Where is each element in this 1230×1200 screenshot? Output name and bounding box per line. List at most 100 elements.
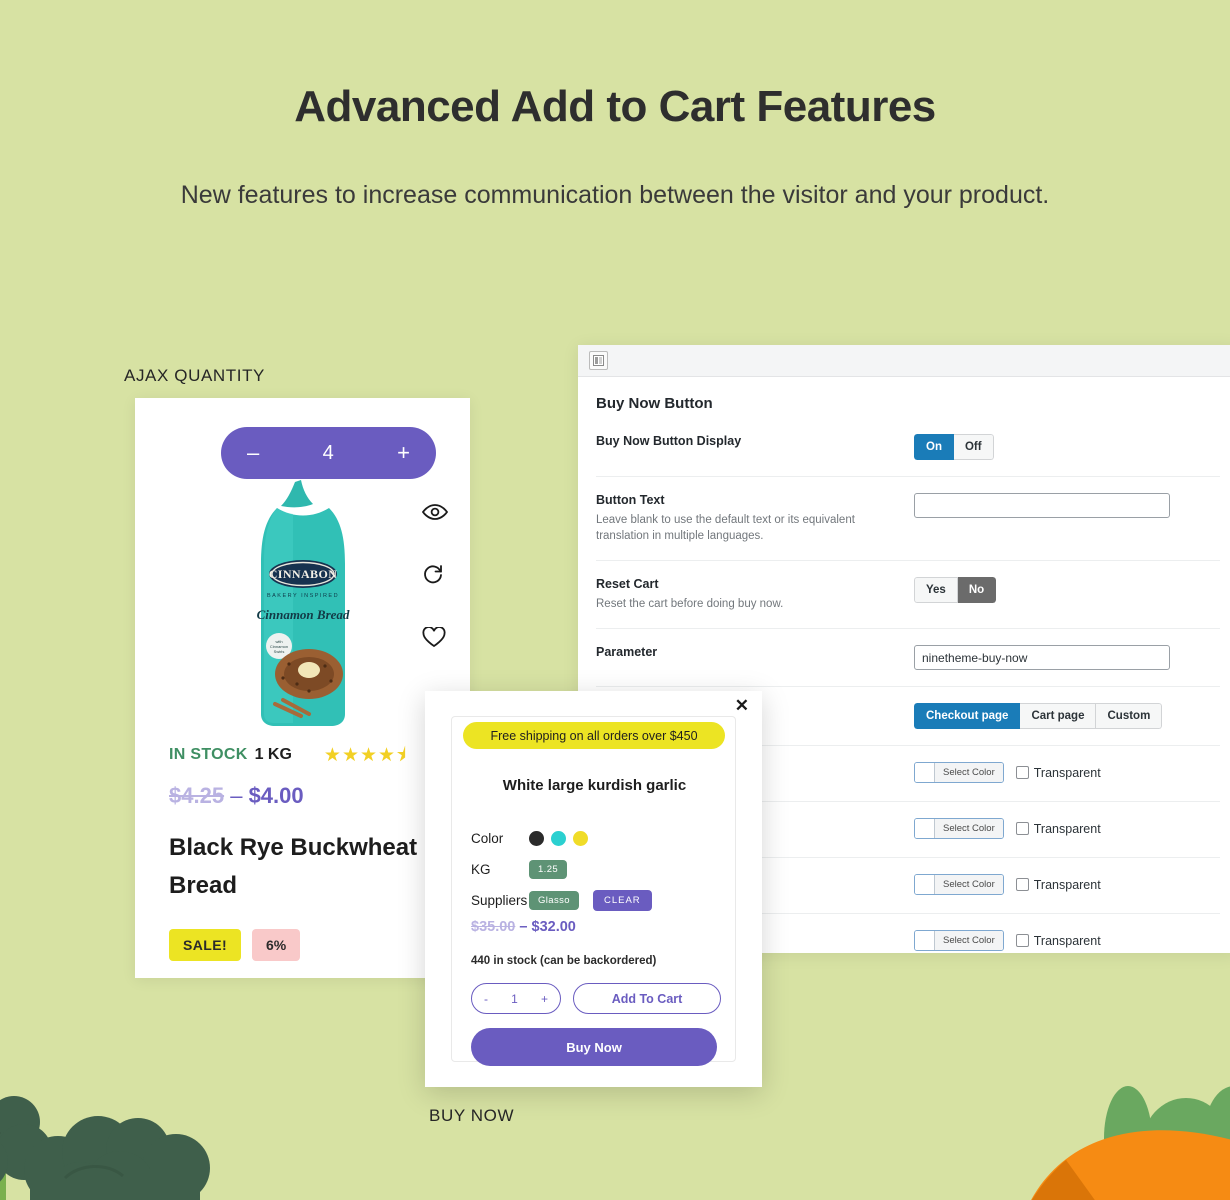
quick-view-body: White large kurdish garlic Color KG 1.25 <box>451 716 736 1066</box>
supplier-chip-group: Glasso CLEAR <box>529 890 652 911</box>
select-color-button[interactable]: Select Color <box>914 874 1004 895</box>
transparent-label: Transparent <box>1033 821 1101 836</box>
attribute-label: KG <box>471 862 491 877</box>
setting-label-wrap: Button Text Leave blank to use the defau… <box>596 493 914 544</box>
toggle-option-no[interactable]: No <box>957 577 997 603</box>
transparent-checkbox[interactable]: Transparent <box>1015 878 1101 892</box>
quantity-increment-button[interactable]: + <box>397 442 410 464</box>
broccoli-decoration <box>0 1090 240 1200</box>
eye-icon[interactable] <box>422 503 448 521</box>
checkbox-box[interactable] <box>1015 878 1029 891</box>
carrot-decoration <box>990 1080 1230 1200</box>
redirect-option-cart[interactable]: Cart page <box>1020 703 1097 729</box>
badge-sale: SALE! <box>169 929 241 961</box>
select-color-button[interactable]: Select Color <box>914 930 1004 951</box>
quick-view-quantity-stepper[interactable]: - 1 + <box>471 983 561 1014</box>
attribute-row-suppliers: Suppliers Glasso CLEAR <box>471 885 721 916</box>
kg-chip-group: 1.25 <box>529 860 568 879</box>
transparent-checkbox[interactable]: Transparent <box>1015 821 1101 836</box>
redirect-option-checkout[interactable]: Checkout page <box>914 703 1021 729</box>
color-swatch-cyan[interactable] <box>551 831 566 846</box>
color-swatch-preview <box>915 819 935 838</box>
quantity-value: 1 <box>511 991 518 1006</box>
quick-view-attributes: Color KG 1.25 Suppliers Glasso CLEAR <box>471 823 721 916</box>
toggle-option-on[interactable]: On <box>914 434 954 460</box>
select-color-button[interactable]: Select Color <box>914 818 1004 839</box>
setting-control: Select Color Transparent <box>914 930 1220 951</box>
attribute-label: Color <box>471 831 504 846</box>
transparent-checkbox[interactable]: Transparent <box>1015 765 1101 780</box>
attribute-row-color: Color <box>471 823 721 854</box>
color-swatch-black[interactable] <box>529 831 544 846</box>
setting-control: Yes No <box>914 577 1220 603</box>
setting-label-wrap: Reset Cart Reset the cart before doing b… <box>596 577 914 612</box>
close-icon[interactable]: ✕ <box>735 697 749 714</box>
setting-label: Buy Now Button Display <box>596 434 742 448</box>
setting-label: Reset Cart <box>596 577 659 591</box>
checkbox-box[interactable] <box>1015 822 1029 835</box>
price-old: $4.25 <box>169 783 225 808</box>
color-swatch-preview <box>915 875 935 894</box>
buy-now-button[interactable]: Buy Now <box>471 1028 717 1066</box>
button-text-input[interactable] <box>914 493 1170 518</box>
price-row: $4.25 – $4.00 <box>169 783 449 809</box>
settings-title: Buy Now Button <box>596 395 713 412</box>
quantity-value: 4 <box>322 441 334 464</box>
color-swatch-preview <box>915 931 935 950</box>
product-badges: SALE! 6% <box>169 929 449 961</box>
setting-label: Parameter <box>596 645 658 659</box>
rating-stars: ★★★★⯨ <box>323 744 408 766</box>
setting-control: Select Color Transparent <box>914 762 1220 783</box>
checkbox-box[interactable] <box>1015 934 1029 947</box>
setting-description: Leave blank to use the default text or i… <box>596 514 855 542</box>
checkbox-box[interactable] <box>1015 766 1029 779</box>
product-title[interactable]: Black Rye Buckwheat Bread <box>169 829 429 905</box>
heart-icon[interactable] <box>422 627 448 648</box>
parameter-input[interactable] <box>914 645 1170 670</box>
segmented-redirect-to[interactable]: Checkout page Cart page Custom <box>914 703 1163 729</box>
price-new: $4.00 <box>248 783 304 808</box>
compare-icon[interactable] <box>422 563 448 585</box>
clear-button[interactable]: CLEAR <box>592 890 652 911</box>
select-color-button[interactable]: Select Color <box>914 762 1004 783</box>
price-dash: – <box>230 783 243 808</box>
attribute-row-kg: KG 1.25 <box>471 854 721 885</box>
quick-view-price-old: $35.00 <box>471 919 516 935</box>
select-color-label: Select Color <box>935 931 1003 950</box>
quick-view-price-dash: – <box>519 919 528 935</box>
free-shipping-notice: Free shipping on all orders over $450 <box>463 722 725 749</box>
page-root: Advanced Add to Cart Features New featur… <box>0 0 1230 1200</box>
caption-buy-now: BUY NOW <box>429 1106 515 1125</box>
add-to-cart-button[interactable]: Add To Cart <box>573 983 721 1014</box>
setting-control <box>914 493 1220 518</box>
settings-toolbar <box>578 345 1230 377</box>
toggle-reset-cart[interactable]: Yes No <box>914 577 997 603</box>
ajax-quantity-widget[interactable]: – 4 + <box>221 427 436 479</box>
product-weight: 1 KG <box>254 746 292 763</box>
quantity-decrement-button[interactable]: – <box>247 442 259 464</box>
quick-view-modal: ✕ White large kurdish garlic Color KG 1.… <box>425 691 762 1087</box>
select-color-label: Select Color <box>935 819 1003 838</box>
transparent-label: Transparent <box>1033 933 1101 948</box>
transparent-checkbox[interactable]: Transparent <box>1015 933 1101 948</box>
panel-layout-icon[interactable] <box>589 351 608 370</box>
quick-view-price-new: $32.00 <box>531 919 576 935</box>
quantity-increment-button[interactable]: + <box>541 992 548 1006</box>
transparent-label: Transparent <box>1033 765 1101 780</box>
page-subtitle: New features to increase communication b… <box>180 181 1050 209</box>
color-swatch-yellow[interactable] <box>573 831 588 846</box>
toggle-option-off[interactable]: Off <box>953 434 994 460</box>
quantity-decrement-button[interactable]: - <box>484 992 488 1006</box>
setting-description: Reset the cart before doing buy now. <box>596 598 784 610</box>
setting-control: Select Color Transparent <box>914 818 1220 839</box>
select-color-label: Select Color <box>935 763 1003 782</box>
setting-row-reset-cart: Reset Cart Reset the cart before doing b… <box>596 561 1220 629</box>
toggle-buy-now-display[interactable]: On Off <box>914 434 994 460</box>
select-color-label: Select Color <box>935 875 1003 894</box>
toggle-option-yes[interactable]: Yes <box>914 577 958 603</box>
quick-view-price: $35.00 – $32.00 <box>471 919 576 935</box>
setting-control: On Off <box>914 434 1220 460</box>
kg-chip[interactable]: 1.25 <box>529 860 568 879</box>
supplier-chip-glasso[interactable]: Glasso <box>529 891 579 910</box>
redirect-option-custom[interactable]: Custom <box>1096 703 1163 729</box>
